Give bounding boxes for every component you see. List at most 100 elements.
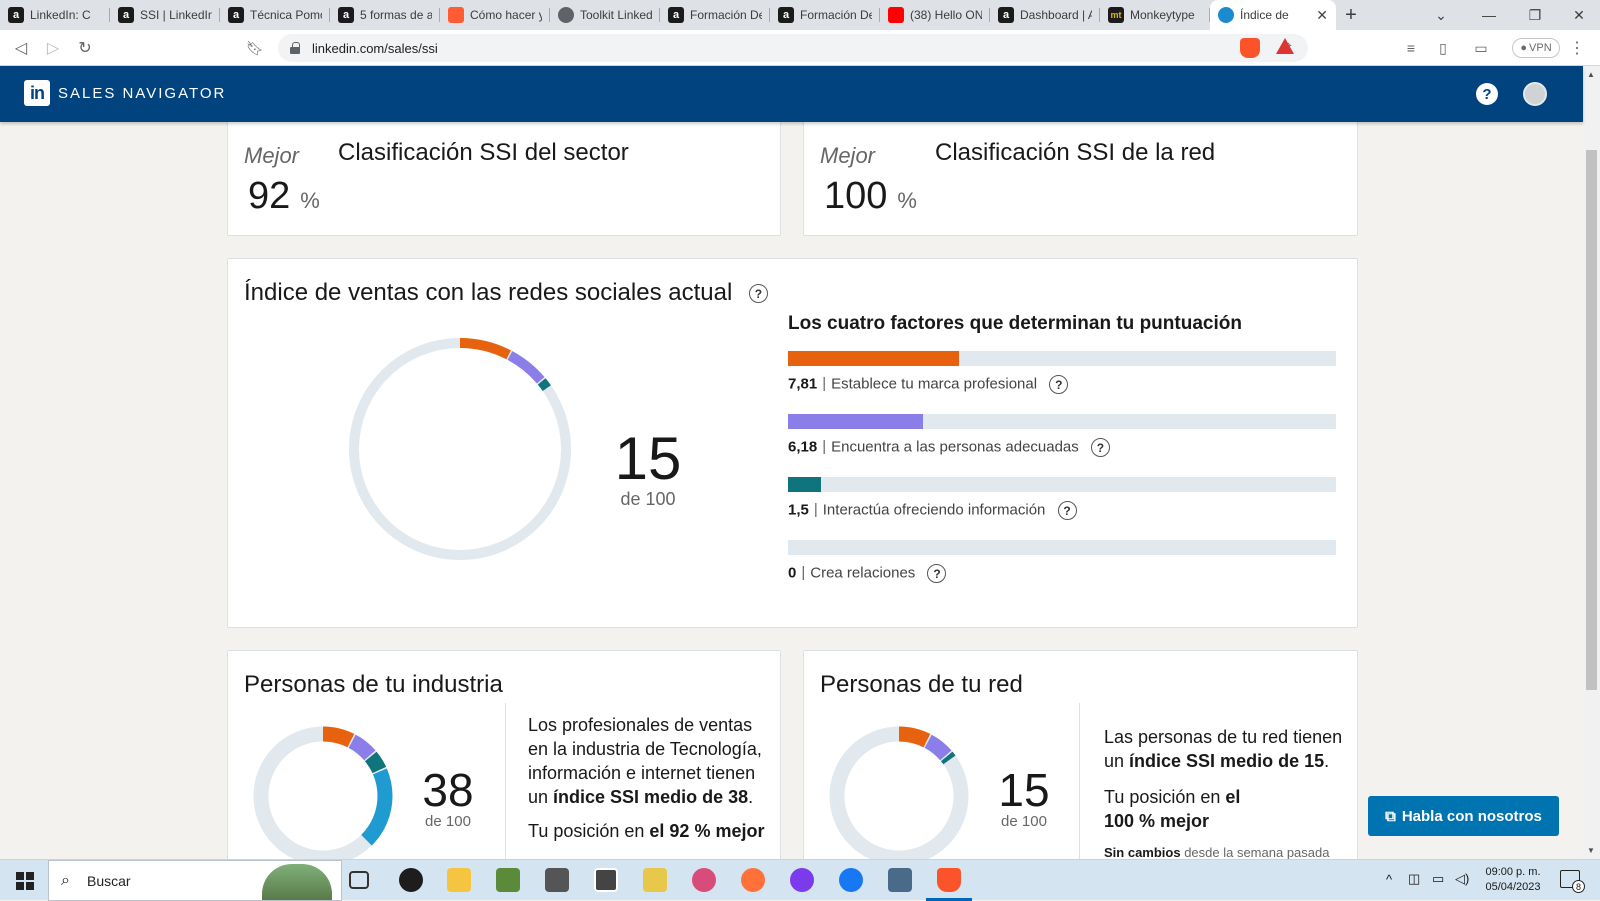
sector-value: 92 <box>248 175 291 217</box>
network-icon[interactable]: ▭ <box>1432 871 1444 887</box>
clock-date: 05/04/2023 <box>1485 881 1541 893</box>
browser-tab[interactable]: mt Monkeytype <box>1100 0 1210 30</box>
best-label: Mejor <box>820 143 876 168</box>
camera-icon[interactable]: ◫ <box>1408 871 1420 887</box>
wikipedia-icon[interactable] <box>594 868 618 892</box>
notifications-icon[interactable]: 8 <box>1560 870 1585 893</box>
tab-title: Técnica Pomo <box>250 8 322 22</box>
app-icon[interactable] <box>888 868 912 892</box>
factor-name: Establece tu marca profesional <box>831 375 1038 393</box>
app-icon[interactable] <box>496 868 520 892</box>
close-tab-icon[interactable]: ✕ <box>1316 7 1328 24</box>
browser-tab[interactable]: Toolkit Linked <box>550 0 660 30</box>
help-question-icon[interactable]: ? <box>1049 375 1069 394</box>
network-ranking-card: Mejor 100% Clasificación SSI de la red <box>803 110 1358 236</box>
tab-title: LinkedIn: C <box>30 8 91 22</box>
browser-tab[interactable]: a Formación De <box>660 0 770 30</box>
start-tile <box>26 882 34 890</box>
new-tab-button[interactable]: + <box>1336 0 1366 30</box>
firefox-icon[interactable] <box>741 868 765 892</box>
sales-navigator-header: in SALES NAVIGATOR ? <box>0 66 1583 122</box>
file-explorer-icon[interactable] <box>447 868 471 892</box>
tab-search-icon[interactable]: ⌄ <box>1418 0 1464 30</box>
page-scrollbar[interactable]: ▲ ▼ <box>1583 66 1600 859</box>
help-question-icon[interactable]: ? <box>1090 438 1110 457</box>
browser-tab[interactable]: Índice de ✕ <box>1210 0 1336 30</box>
brand-name[interactable]: SALES NAVIGATOR <box>58 85 226 102</box>
restore-button[interactable]: ❐ <box>1512 0 1558 30</box>
network-card: Personas de tu red 15 de 100 Las persona… <box>803 650 1358 873</box>
mt-favicon-icon: mt <box>1108 7 1124 23</box>
network-value: 100 <box>824 175 888 217</box>
network-score-max: de 100 <box>1001 813 1047 830</box>
network-text-end: . <box>1324 751 1330 771</box>
playlist-icon[interactable]: ≡ <box>1400 37 1422 59</box>
separator: | <box>822 438 827 456</box>
browser-tab[interactable]: a Formación De <box>770 0 880 30</box>
menu-icon[interactable]: ⋮ <box>1566 37 1588 59</box>
windows-start-icon[interactable] <box>16 872 34 890</box>
sector-ranking-title: Clasificación SSI del sector <box>338 139 629 166</box>
app-icon[interactable] <box>790 868 814 892</box>
factor-name: Interactúa ofreciendo información <box>822 501 1046 519</box>
industry-score: 38 de 100 <box>408 767 488 830</box>
reload-icon[interactable]: ↻ <box>74 37 96 59</box>
tab-title: Formación De <box>800 8 872 22</box>
current-ssi-card: Índice de ventas con las redes sociales … <box>227 258 1358 628</box>
browser-tab[interactable]: a LinkedIn: C <box>0 0 110 30</box>
search-placeholder: Buscar <box>87 872 131 889</box>
change-status: Sin cambios <box>1104 845 1181 860</box>
app-icon[interactable] <box>692 868 716 892</box>
browser-tab[interactable]: a 5 formas de a <box>330 0 440 30</box>
percent-unit: % <box>897 188 917 213</box>
brave-icon[interactable] <box>937 868 961 892</box>
help-question-icon[interactable]: ? <box>1057 501 1077 520</box>
task-view-icon[interactable] <box>349 871 369 889</box>
scroll-up-icon[interactable]: ▲ <box>1587 70 1595 79</box>
help-question-icon[interactable]: ? <box>927 564 947 583</box>
a-favicon-icon: a <box>338 7 354 23</box>
help-question-icon[interactable]: ? <box>748 284 768 304</box>
network-title: Personas de tu red <box>820 671 1023 698</box>
forward-icon[interactable]: ▷ <box>42 37 64 59</box>
linkedin-logo[interactable]: in <box>24 80 50 106</box>
back-icon[interactable]: ◁ <box>10 37 32 59</box>
minimize-button[interactable]: — <box>1466 0 1512 30</box>
youtube-favicon-icon <box>888 7 904 23</box>
sidebar-icon[interactable]: ▯ <box>1432 37 1454 59</box>
brave-shield-icon[interactable] <box>1240 38 1260 58</box>
clock[interactable]: 09:00 p. m. 05/04/2023 <box>1478 865 1548 895</box>
help-icon[interactable]: ? <box>1476 83 1498 105</box>
scrollbar-thumb[interactable] <box>1586 150 1597 690</box>
browser-tab[interactable]: (38) Hello ON <box>880 0 990 30</box>
tray-chevron-icon[interactable]: ^ <box>1386 872 1392 887</box>
tab-title: Cómo hacer y <box>470 8 542 22</box>
avatar[interactable] <box>1523 82 1547 106</box>
browser-tab[interactable]: Cómo hacer y <box>440 0 550 30</box>
factor-label: 6,18 | Encuentra a las personas adecuadas … <box>788 438 1110 457</box>
paint-icon[interactable] <box>643 868 667 892</box>
browser-tab[interactable]: a Dashboard | A <box>990 0 1100 30</box>
network-donut-segments <box>829 726 969 866</box>
browser-tab-strip: a LinkedIn: C a SSI | LinkedIn a Técnica Pomo… <box>0 0 1600 30</box>
network-donut-chart <box>829 726 969 866</box>
best-label: Mejor <box>244 143 300 168</box>
close-window-button[interactable]: ✕ <box>1556 0 1600 30</box>
address-bar[interactable]: linkedin.com/sales/ssi ⇪ <box>278 34 1308 62</box>
a-favicon-icon: a <box>668 7 684 23</box>
volume-icon[interactable]: ◁) <box>1455 871 1469 887</box>
facebook-icon[interactable] <box>839 868 863 892</box>
brave-rewards-icon[interactable] <box>1276 38 1294 54</box>
scroll-down-icon[interactable]: ▼ <box>1587 846 1595 855</box>
ssi-donut-segments <box>349 338 571 560</box>
opera-icon[interactable] <box>399 868 423 892</box>
chat-button[interactable]: ⧉ Habla con nosotros <box>1368 796 1559 836</box>
wallet-icon[interactable]: ▭ <box>1470 37 1492 59</box>
browser-tab[interactable]: a Técnica Pomo <box>220 0 330 30</box>
app-icon[interactable] <box>545 868 569 892</box>
factor-value: 6,18 <box>788 438 818 456</box>
vpn-button[interactable]: ● VPN <box>1512 38 1560 58</box>
network-description: Las personas de tu red tienen un índice … <box>1104 725 1344 773</box>
bookmark-icon[interactable]: 🔖︎ <box>244 37 266 59</box>
browser-tab[interactable]: a SSI | LinkedIn <box>110 0 220 30</box>
